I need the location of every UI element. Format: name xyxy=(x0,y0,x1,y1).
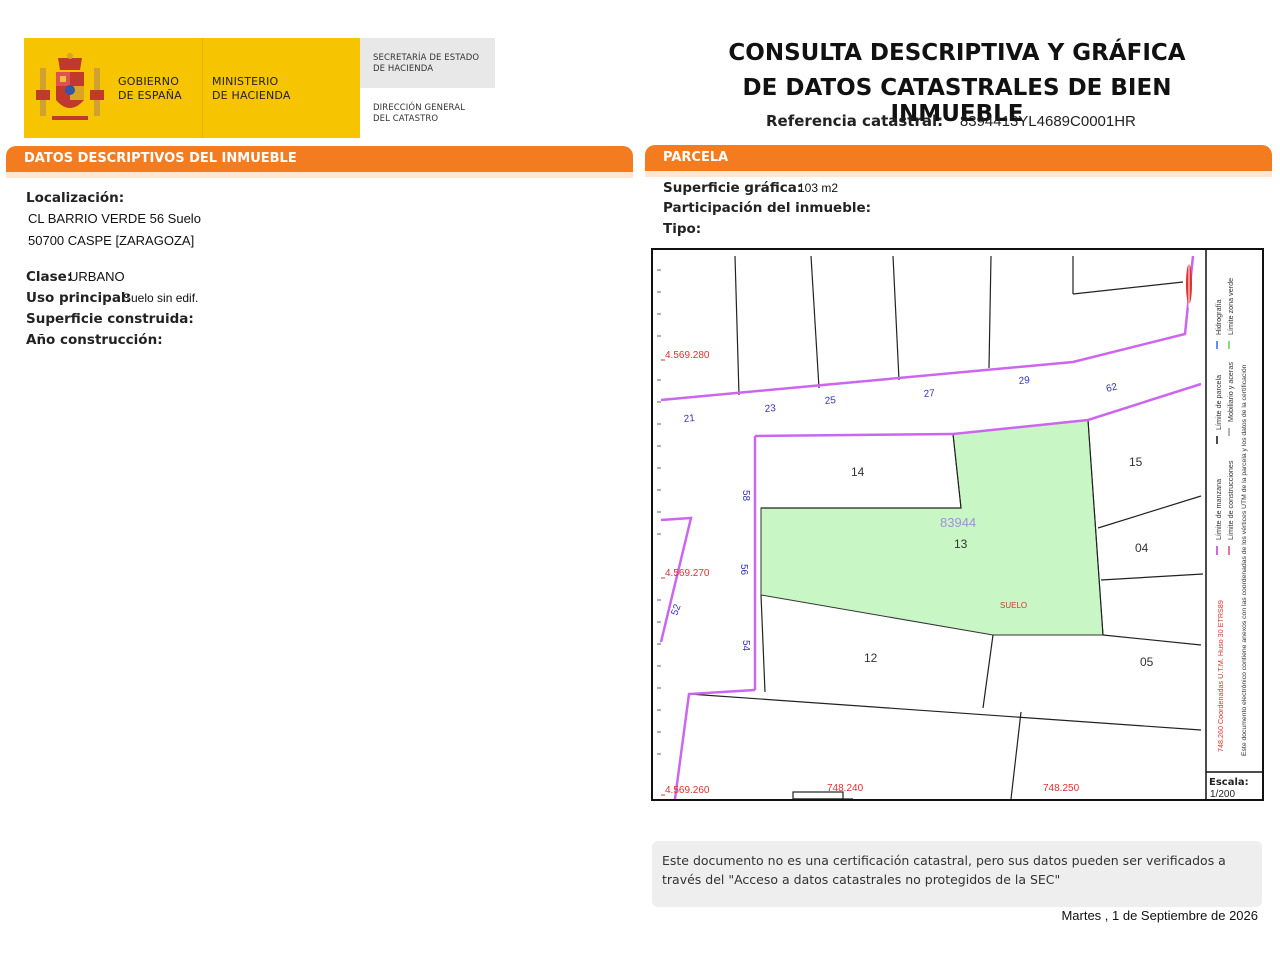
verification-notice: Este documento no es una certificación c… xyxy=(652,841,1262,907)
secretaria-text: SECRETARÍA DE ESTADO DE HACIENDA xyxy=(373,53,479,75)
section-divider xyxy=(6,172,633,178)
legend-zona-verde: Límite zona verde xyxy=(1226,278,1235,335)
coord-y-280: 4.569.280 xyxy=(665,350,710,361)
parcel-number-12: 12 xyxy=(864,651,878,665)
coord-y-270: 4.569.270 xyxy=(665,568,710,579)
map-tick-marks xyxy=(657,269,661,755)
superficie-construida-label: Superficie construida: xyxy=(26,311,194,327)
map-legend: Límite de manzana Límite de parcela Hidr… xyxy=(1214,278,1248,756)
escala-label: Escala: xyxy=(1209,777,1249,788)
street-number-23: 23 xyxy=(764,403,776,415)
street-number-54: 54 xyxy=(740,640,751,652)
direccion-line2: DEL CATASTRO xyxy=(373,114,439,124)
clase-value: URBANO xyxy=(69,269,125,284)
superficie-grafica-label: Superficie gráfica: xyxy=(663,180,803,196)
referencia-label: Referencia catastral: xyxy=(766,112,944,130)
suelo-label: SUELO xyxy=(1000,601,1027,610)
street-number-56: 56 xyxy=(738,564,749,576)
map-drawing: 4.569.280 4.569.270 4.569.260 748.240 74… xyxy=(657,250,1262,799)
referencia-catastral: Referencia catastral: 8394413YL4689C0001… xyxy=(766,112,1136,130)
legend-hidrografia: Hidrografía xyxy=(1214,299,1223,335)
direccion-line1: DIRECCIÓN GENERAL xyxy=(373,103,465,113)
cadastral-map[interactable]: 4.569.280 4.569.270 4.569.260 748.240 74… xyxy=(651,248,1264,801)
uso-label: Uso principal: xyxy=(26,290,131,306)
tipo-label: Tipo: xyxy=(663,221,702,237)
legend-mobiliario: Mobiliario y aceras xyxy=(1226,362,1235,422)
ministerio-line1: MINISTERIO xyxy=(212,75,279,88)
document-date: Martes , 1 de Septiembre de 2026 xyxy=(1061,908,1258,923)
block-label: 83944 xyxy=(940,515,976,530)
parcel-number-13: 13 xyxy=(954,537,968,551)
escala-value: 1/200 xyxy=(1210,789,1235,799)
legend-construcciones: Límite de construcciones xyxy=(1226,460,1235,540)
address-line1: CL BARRIO VERDE 56 Suelo xyxy=(28,211,201,226)
street-number-29: 29 xyxy=(1018,375,1030,387)
direccion-text: DIRECCIÓN GENERAL DEL CATASTRO xyxy=(373,103,465,125)
parcel-number-04: 04 xyxy=(1135,541,1149,555)
section-divider xyxy=(645,171,1272,177)
legend-manzana: Límite de manzana xyxy=(1214,479,1223,540)
coord-note: 748.260 Coordenadas U.T.M. Huso 30 ETRS8… xyxy=(1216,600,1225,752)
localizacion-label: Localización: xyxy=(26,190,125,206)
ministerio-text: MINISTERIO DE HACIENDA xyxy=(212,75,291,103)
participacion-label: Participación del inmueble: xyxy=(663,200,872,216)
parcel-number-14: 14 xyxy=(851,465,865,479)
clase-label: Clase: xyxy=(26,269,73,285)
gobierno-line1: GOBIERNO xyxy=(118,75,180,88)
superficie-grafica-value: 103 m2 xyxy=(798,181,839,195)
parcel-number-05: 05 xyxy=(1140,655,1154,669)
parcela-header: PARCELA xyxy=(645,145,1272,171)
ministerio-line2: DE HACIENDA xyxy=(212,89,291,102)
secretaria-line1: SECRETARÍA DE ESTADO xyxy=(373,53,480,63)
doc-note: Este documento electrónico contiene anex… xyxy=(1241,364,1248,756)
anio-construccion-label: Año construcción: xyxy=(26,332,163,348)
street-number-58: 58 xyxy=(740,490,751,502)
referencia-value: 8394413YL4689C0001HR xyxy=(959,113,1136,130)
coord-x-250: 748.250 xyxy=(1043,783,1080,794)
uso-value: Suelo sin edif. xyxy=(123,291,199,305)
coord-y-260: 4.569.260 xyxy=(665,785,710,796)
parcel-number-15: 15 xyxy=(1129,455,1143,469)
parcel-13-highlight[interactable] xyxy=(760,419,1104,636)
street-number-21: 21 xyxy=(683,413,695,425)
street-number-27: 27 xyxy=(923,388,935,400)
coat-of-arms-icon xyxy=(36,53,104,120)
gobierno-line2: DE ESPAÑA xyxy=(118,89,182,102)
gobierno-logo-block: GOBIERNO DE ESPAÑA MINISTERIO DE HACIEND… xyxy=(24,38,360,138)
legend-parcela: Límite de parcela xyxy=(1214,375,1223,430)
address-line2: 50700 CASPE [ZARAGOZA] xyxy=(28,233,195,248)
street-number-52: 52 xyxy=(669,602,683,617)
secretaria-line2: DE HACIENDA xyxy=(373,64,434,74)
street-number-62: 62 xyxy=(1105,381,1119,394)
datos-descriptivos-header: DATOS DESCRIPTIVOS DEL INMUEBLE xyxy=(6,146,633,172)
gobierno-text: GOBIERNO DE ESPAÑA xyxy=(118,75,182,103)
street-number-25: 25 xyxy=(824,395,836,407)
page-title-line1: CONSULTA DESCRIPTIVA Y GRÁFICA xyxy=(728,40,1186,66)
coord-x-240: 748.240 xyxy=(827,783,864,794)
